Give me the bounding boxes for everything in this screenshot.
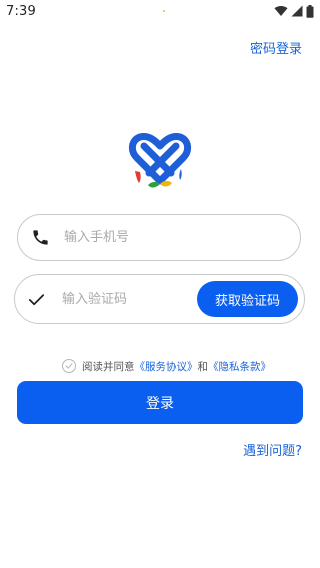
login-button[interactable]: 登录 (17, 381, 303, 424)
privacy-policy-link[interactable]: 《隐私条款》 (208, 359, 271, 374)
wifi-icon (274, 5, 288, 16)
get-code-button[interactable]: 获取验证码 (197, 281, 298, 317)
phone-input[interactable] (64, 215, 214, 260)
agreement-prefix: 阅读并同意 (82, 360, 135, 373)
cellular-signal-icon (291, 5, 303, 17)
login-screen: 7:39 密码登录 输入手机号 输入验证码 获取验证码 阅读并同意 《服务协议》… (0, 0, 320, 568)
checkmark-icon (28, 294, 45, 306)
status-time: 7:39 (6, 4, 36, 19)
status-icons (274, 4, 314, 18)
battery-icon (306, 4, 314, 18)
service-agreement-link[interactable]: 《服务协议》 (135, 359, 198, 374)
problem-help-link[interactable]: 遇到问题? (243, 440, 302, 459)
agreement-checkbox[interactable] (62, 359, 76, 373)
heart-logo-icon (129, 133, 191, 188)
password-login-link[interactable]: 密码登录 (250, 38, 302, 57)
phone-field[interactable] (17, 214, 301, 261)
status-bar: 7:39 (0, 0, 320, 24)
code-input[interactable] (62, 275, 212, 323)
notification-dot (163, 10, 165, 12)
agreement-conjunction: 和 (197, 360, 209, 373)
code-field[interactable]: 获取验证码 (14, 274, 305, 324)
agreement-row: 阅读并同意 《服务协议》 和 《隐私条款》 (62, 358, 271, 374)
phone-icon (33, 230, 48, 245)
check-icon (65, 363, 73, 369)
